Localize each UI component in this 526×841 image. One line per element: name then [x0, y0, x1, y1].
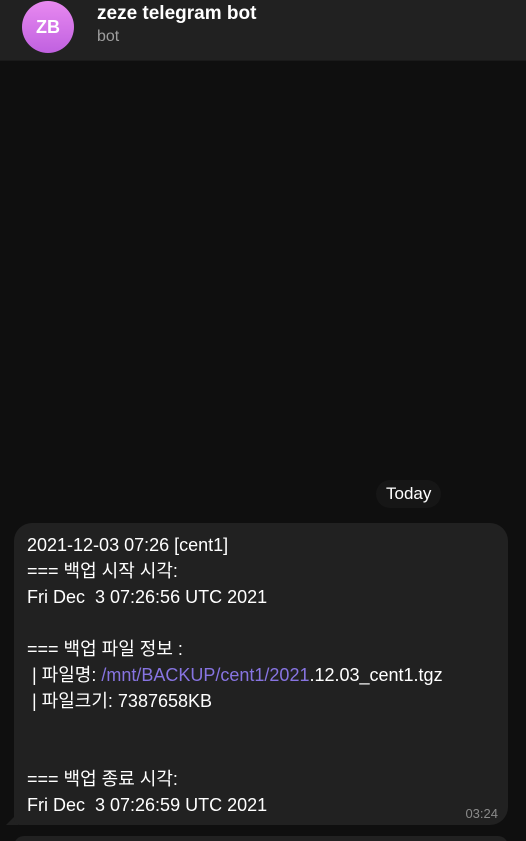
telegram-chat-window: ZB zeze telegram bot bot Today 2021-12-0…: [0, 0, 526, 841]
next-message-bubble: [14, 836, 508, 841]
chat-header[interactable]: ZB zeze telegram bot bot: [0, 0, 526, 61]
message-line-start-label: === 백업 시작 시각:: [27, 561, 178, 581]
message-bubble[interactable]: 2021-12-03 07:26 [cent1] === 백업 시작 시각: F…: [14, 523, 508, 825]
message-timestamp: 03:24: [465, 806, 498, 821]
filename-prefix: | 파일명:: [27, 665, 102, 685]
chat-title[interactable]: zeze telegram bot: [97, 3, 256, 25]
message-line-end-time: Fri Dec 3 07:26:59 UTC 2021: [27, 795, 268, 815]
message-line-filesize: | 파일크기: 7387658KB: [27, 691, 213, 711]
file-path-link[interactable]: /mnt/BACKUP/cent1/2021: [101, 665, 309, 685]
bot-avatar[interactable]: ZB: [22, 1, 74, 53]
message-line-end-label: === 백업 종료 시각:: [27, 769, 178, 789]
date-separator: Today: [376, 480, 442, 508]
message-line-file-info-label: === 백업 파일 정보 :: [27, 639, 183, 659]
message-line-header: 2021-12-03 07:26 [cent1]: [27, 535, 229, 555]
message-line-start-time: Fri Dec 3 07:26:56 UTC 2021: [27, 587, 268, 607]
chat-subtitle: bot: [97, 28, 120, 45]
filename-suffix: .12.03_cent1.tgz: [309, 665, 443, 685]
message-line-filename: | 파일명: /mnt/BACKUP/cent1/2021.12.03_cent…: [27, 662, 496, 688]
